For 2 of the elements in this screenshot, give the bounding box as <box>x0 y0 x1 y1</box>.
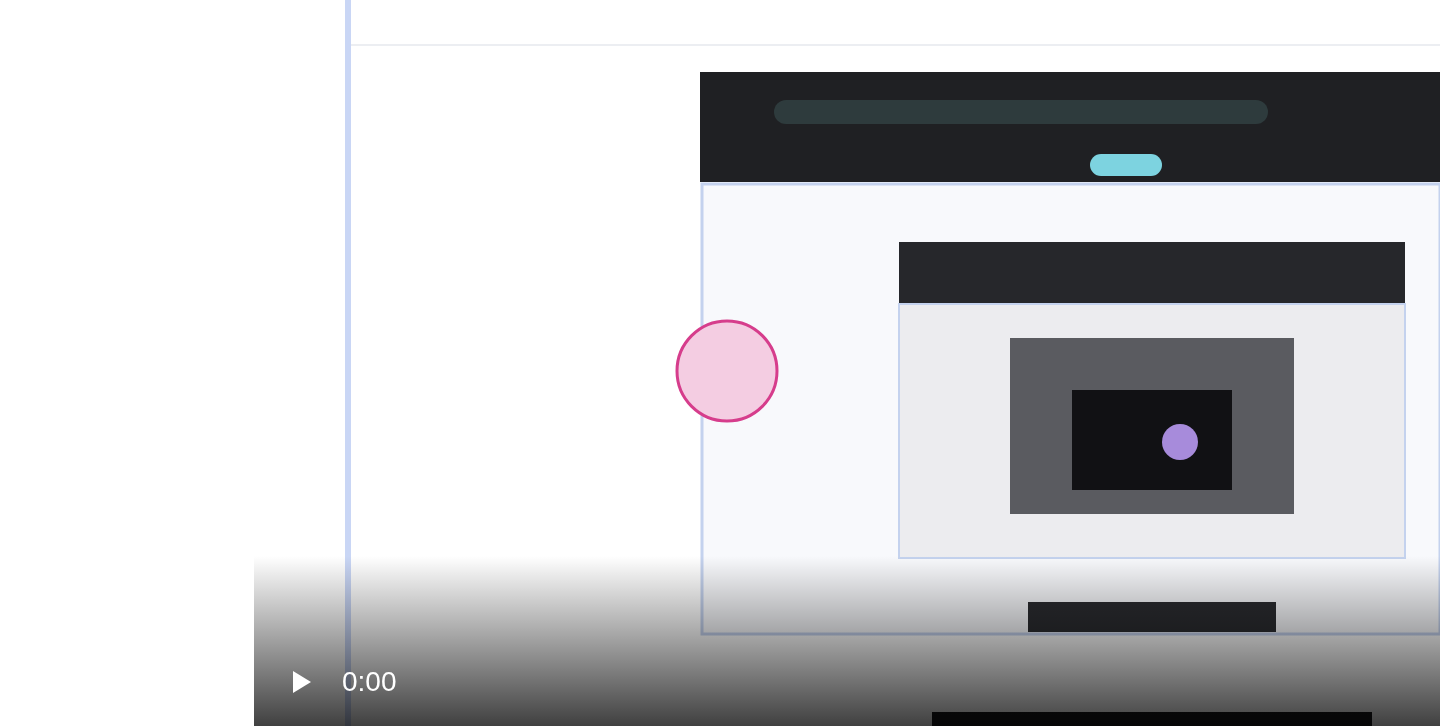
current-time: 0:00 <box>342 668 397 696</box>
play-icon <box>292 670 312 694</box>
